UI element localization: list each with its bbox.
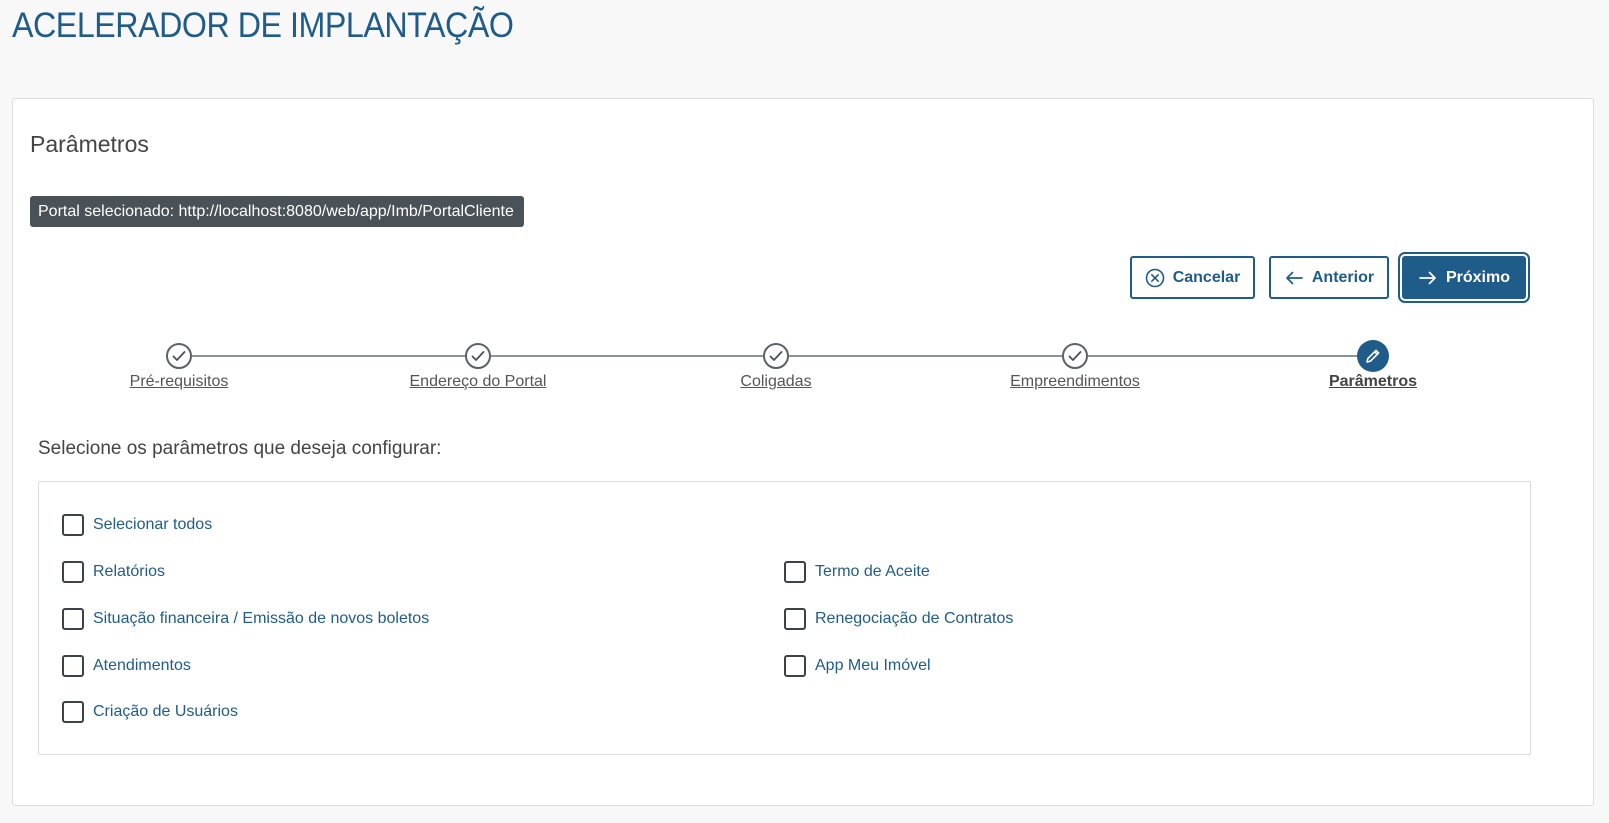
next-button[interactable]: Próximo xyxy=(1402,256,1526,299)
option-atendimentos[interactable]: Atendimentos xyxy=(62,655,191,677)
previous-button-label: Anterior xyxy=(1311,268,1375,286)
option-checkbox[interactable] xyxy=(784,655,806,677)
arrow-right-icon xyxy=(1418,270,1438,286)
option-label[interactable]: App Meu Imóvel xyxy=(815,657,931,675)
step-pre-requisitos[interactable]: Pré-requisitos xyxy=(79,341,279,391)
step-label[interactable]: Endereço do Portal xyxy=(378,373,578,391)
previous-button[interactable]: Anterior xyxy=(1269,256,1389,299)
option-relatorios[interactable]: Relatórios xyxy=(62,561,165,583)
circle-x-icon xyxy=(1145,268,1165,288)
option-label[interactable]: Situação financeira / Emissão de novos b… xyxy=(93,610,429,628)
option-checkbox[interactable] xyxy=(62,608,84,630)
page-title: ACELERADOR DE IMPLANTAÇÃO xyxy=(12,6,514,45)
section-title: Parâmetros xyxy=(30,131,149,157)
option-checkbox[interactable] xyxy=(784,561,806,583)
option-label[interactable]: Selecionar todos xyxy=(93,516,212,534)
next-button-label: Próximo xyxy=(1445,268,1510,286)
option-checkbox[interactable] xyxy=(62,655,84,677)
option-checkbox[interactable] xyxy=(62,701,84,723)
option-termo-de-aceite[interactable]: Termo de Aceite xyxy=(784,561,930,583)
cancel-button-label: Cancelar xyxy=(1172,268,1241,286)
wizard-stepper: Pré-requisitos Endereço do Portal Coliga… xyxy=(13,340,1593,401)
option-checkbox[interactable] xyxy=(784,608,806,630)
wizard-card: Parâmetros Portal selecionado: http://lo… xyxy=(12,98,1594,806)
step-endereco-do-portal[interactable]: Endereço do Portal xyxy=(378,341,578,391)
step-label[interactable]: Coligadas xyxy=(676,373,876,391)
option-criacao-de-usuarios[interactable]: Criação de Usuários xyxy=(62,701,238,723)
parameters-prompt: Selecione os parâmetros que deseja confi… xyxy=(38,438,442,459)
select-all-option[interactable]: Selecionar todos xyxy=(62,514,212,536)
option-label[interactable]: Criação de Usuários xyxy=(93,703,238,721)
check-circle-icon xyxy=(166,343,192,369)
check-circle-icon xyxy=(465,343,491,369)
step-label[interactable]: Pré-requisitos xyxy=(79,373,279,391)
portal-badge: Portal selecionado: http://localhost:808… xyxy=(30,196,524,227)
step-coligadas[interactable]: Coligadas xyxy=(676,341,876,391)
arrow-left-icon xyxy=(1284,270,1304,286)
option-label[interactable]: Atendimentos xyxy=(93,657,191,675)
option-checkbox[interactable] xyxy=(62,561,84,583)
select-all-checkbox[interactable] xyxy=(62,514,84,536)
option-renegociacao-de-contratos[interactable]: Renegociação de Contratos xyxy=(784,608,1013,630)
option-label[interactable]: Relatórios xyxy=(93,563,165,581)
cancel-button[interactable]: Cancelar xyxy=(1130,256,1255,299)
option-label[interactable]: Termo de Aceite xyxy=(815,563,930,581)
check-circle-icon xyxy=(763,343,789,369)
step-empreendimentos[interactable]: Empreendimentos xyxy=(975,341,1175,391)
step-parametros[interactable]: Parâmetros xyxy=(1273,340,1473,391)
step-label[interactable]: Empreendimentos xyxy=(975,373,1175,391)
option-situacao-financeira[interactable]: Situação financeira / Emissão de novos b… xyxy=(62,608,429,630)
option-app-meu-imovel[interactable]: App Meu Imóvel xyxy=(784,655,931,677)
step-label[interactable]: Parâmetros xyxy=(1273,373,1473,391)
check-circle-icon xyxy=(1062,343,1088,369)
pencil-icon xyxy=(1357,340,1389,372)
parameters-box: Selecionar todos Relatórios Situação fin… xyxy=(38,481,1531,755)
option-label[interactable]: Renegociação de Contratos xyxy=(815,610,1013,628)
